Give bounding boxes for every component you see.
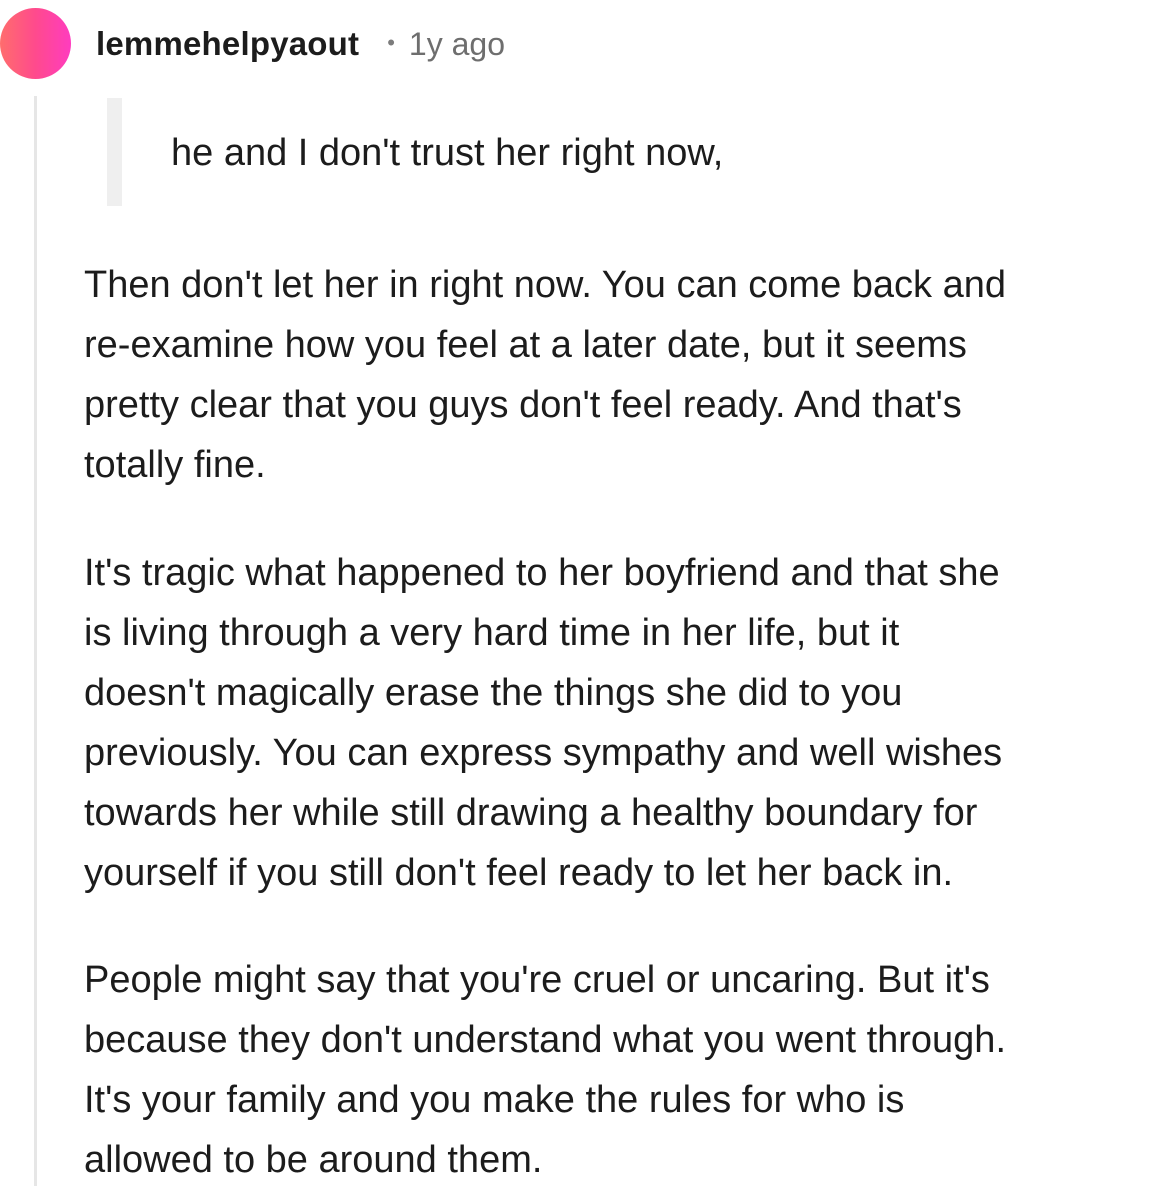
comment-paragraph: People might say that you're cruel or un… — [84, 950, 1159, 1190]
comment-paragraph: It's tragic what happened to her boyfrie… — [84, 543, 1159, 903]
comment-paragraph: Then don't let her in right now. You can… — [84, 255, 1159, 495]
paragraph-line: towards her while still drawing a health… — [84, 792, 978, 834]
paragraph-line: is living through a very hard time in he… — [84, 612, 900, 654]
timestamp[interactable]: 1y ago — [409, 26, 505, 63]
blockquote-bar — [107, 98, 122, 206]
paragraph-line: Then don't let her in right now. You can… — [84, 264, 1006, 306]
blockquote-text: he and I don't trust her right now, — [171, 132, 724, 174]
paragraph-line: previously. You can express sympathy and… — [84, 732, 1003, 774]
paragraph-line: It's your family and you make the rules … — [84, 1079, 905, 1121]
paragraph-line: totally fine. — [84, 444, 266, 486]
paragraph-line: re-examine how you feel at a later date,… — [84, 324, 967, 366]
thread-collapse-line[interactable] — [34, 96, 37, 1186]
separator-dot: • — [387, 30, 395, 55]
paragraph-line: It's tragic what happened to her boyfrie… — [84, 552, 1000, 594]
paragraph-line: doesn't magically erase the things she d… — [84, 672, 903, 714]
paragraph-line: yourself if you still don't feel ready t… — [84, 852, 954, 894]
paragraph-line: pretty clear that you guys don't feel re… — [84, 384, 962, 426]
paragraph-line: People might say that you're cruel or un… — [84, 959, 990, 1001]
username-link[interactable]: lemmehelpyaout — [96, 25, 359, 63]
avatar[interactable] — [0, 8, 71, 79]
paragraph-line: because they don't understand what you w… — [84, 1019, 1007, 1061]
comment-header: lemmehelpyaout • 1y ago — [96, 18, 505, 70]
paragraph-line: allowed to be around them. — [84, 1139, 543, 1181]
